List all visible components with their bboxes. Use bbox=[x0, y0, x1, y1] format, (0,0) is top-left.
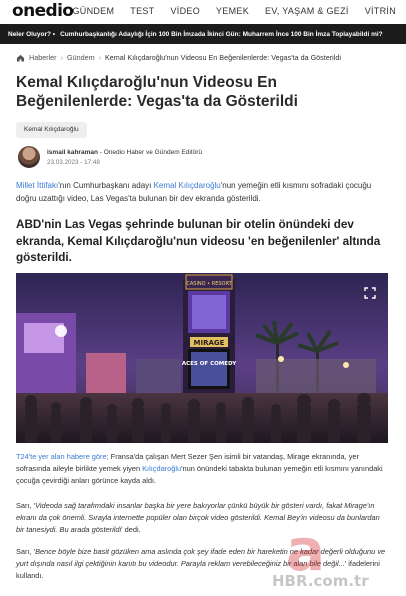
home-icon[interactable] bbox=[16, 54, 25, 62]
link-kemal-kilicdaroglu[interactable]: Kemal Kılıçdaroğlu bbox=[154, 181, 221, 190]
quote-text: Videoda sağ tarafımdaki insanlar başka b… bbox=[16, 501, 380, 534]
tag-kemal-kilicdaroglu[interactable]: Kemal Kılıçdaroğlu bbox=[16, 122, 87, 138]
sign-name-text: MIRAGE bbox=[194, 339, 225, 347]
breadcrumb-gundem[interactable]: Gündem bbox=[67, 53, 95, 62]
breadcrumb: Haberler › Gündem › Kemal Kılıçdaroğlu'n… bbox=[16, 53, 341, 62]
top-navigation: onedio GÜNDEM TEST VİDEO YEMEK EV, YAŞAM… bbox=[0, 0, 406, 24]
fullscreen-icon[interactable] bbox=[364, 287, 376, 299]
paragraph-text: ' dedi. bbox=[121, 525, 141, 534]
article-video[interactable]: CASINO • RESORT MIRAGE ACES OF COMEDY bbox=[16, 273, 388, 443]
screen-text: ACES OF COMEDY bbox=[182, 361, 237, 367]
paragraph-text: Sarı, ' bbox=[16, 547, 36, 556]
paragraph-text: 'nın Cumhurbaşkanı adayı bbox=[58, 181, 154, 190]
nav-link-test[interactable]: TEST bbox=[130, 6, 154, 16]
link-millet-ittifaki[interactable]: Millet İttifakı bbox=[16, 181, 58, 190]
ticker-headline[interactable]: Cumhurbaşkanlığı Adaylığı İçin 100 Bin İ… bbox=[60, 31, 383, 38]
sign-top-text: CASINO • RESORT bbox=[186, 281, 232, 287]
intro-paragraph: Millet İttifakı'nın Cumhurbaşkanı adayı … bbox=[16, 179, 390, 205]
author-block: ismail kahraman - Onedio Haber ve Gündem… bbox=[18, 146, 202, 168]
quote-paragraph-1: Sarı, 'Videoda sağ tarafımdaki insanlar … bbox=[16, 500, 390, 536]
author-avatar[interactable] bbox=[18, 146, 40, 168]
nav-links: GÜNDEM TEST VİDEO YEMEK EV, YAŞAM & GEZİ… bbox=[72, 6, 396, 16]
nav-link-ev-yasam-gezi[interactable]: EV, YAŞAM & GEZİ bbox=[265, 6, 349, 16]
paragraph-text: Sarı, ' bbox=[16, 501, 36, 510]
las-vegas-video-frame: CASINO • RESORT MIRAGE ACES OF COMEDY bbox=[16, 273, 388, 443]
source-paragraph: T24'te yer alan habere göre; Fransa'da ç… bbox=[16, 451, 390, 487]
article-title: Kemal Kılıçdaroğlu'nun Videosu En Beğeni… bbox=[16, 74, 298, 110]
nav-link-gundem[interactable]: GÜNDEM bbox=[72, 6, 114, 16]
author-name[interactable]: ismail kahraman bbox=[47, 149, 98, 156]
link-kilicdaroglu[interactable]: Kılıçdaroğlu bbox=[142, 464, 181, 473]
author-role: - Onedio Haber ve Gündem Editörü bbox=[97, 148, 203, 156]
nav-link-vitrin[interactable]: VİTRİN bbox=[365, 6, 396, 16]
author-line: ismail kahraman - Onedio Haber ve Gündem… bbox=[47, 149, 202, 156]
breadcrumb-current: Kemal Kılıçdaroğlu'nun Videosu En Beğeni… bbox=[104, 53, 341, 62]
publish-date: 23.03.2023 - 17:48 bbox=[47, 158, 100, 166]
news-ticker[interactable]: Neler Oluyor? • Cumhurbaşkanlığı Adaylığ… bbox=[0, 24, 406, 44]
lead-heading: ABD'nin Las Vegas şehrinde bulunan bir o… bbox=[16, 218, 381, 264]
breadcrumb-separator-icon: › bbox=[60, 53, 63, 62]
quote-text: Bence böyle bize basit gözüken ama aslın… bbox=[16, 547, 386, 568]
link-t24-source[interactable]: T24'te yer alan habere göre; bbox=[16, 452, 109, 461]
breadcrumb-separator-icon: › bbox=[98, 53, 101, 62]
nav-link-video[interactable]: VİDEO bbox=[170, 6, 200, 16]
ticker-label: Neler Oluyor? • bbox=[8, 30, 56, 38]
nav-link-yemek[interactable]: YEMEK bbox=[216, 6, 249, 16]
onedio-logo[interactable]: onedio bbox=[12, 1, 74, 21]
quote-paragraph-2: Sarı, 'Bence böyle bize basit gözüken am… bbox=[16, 546, 390, 582]
breadcrumb-haberler[interactable]: Haberler bbox=[29, 53, 57, 62]
